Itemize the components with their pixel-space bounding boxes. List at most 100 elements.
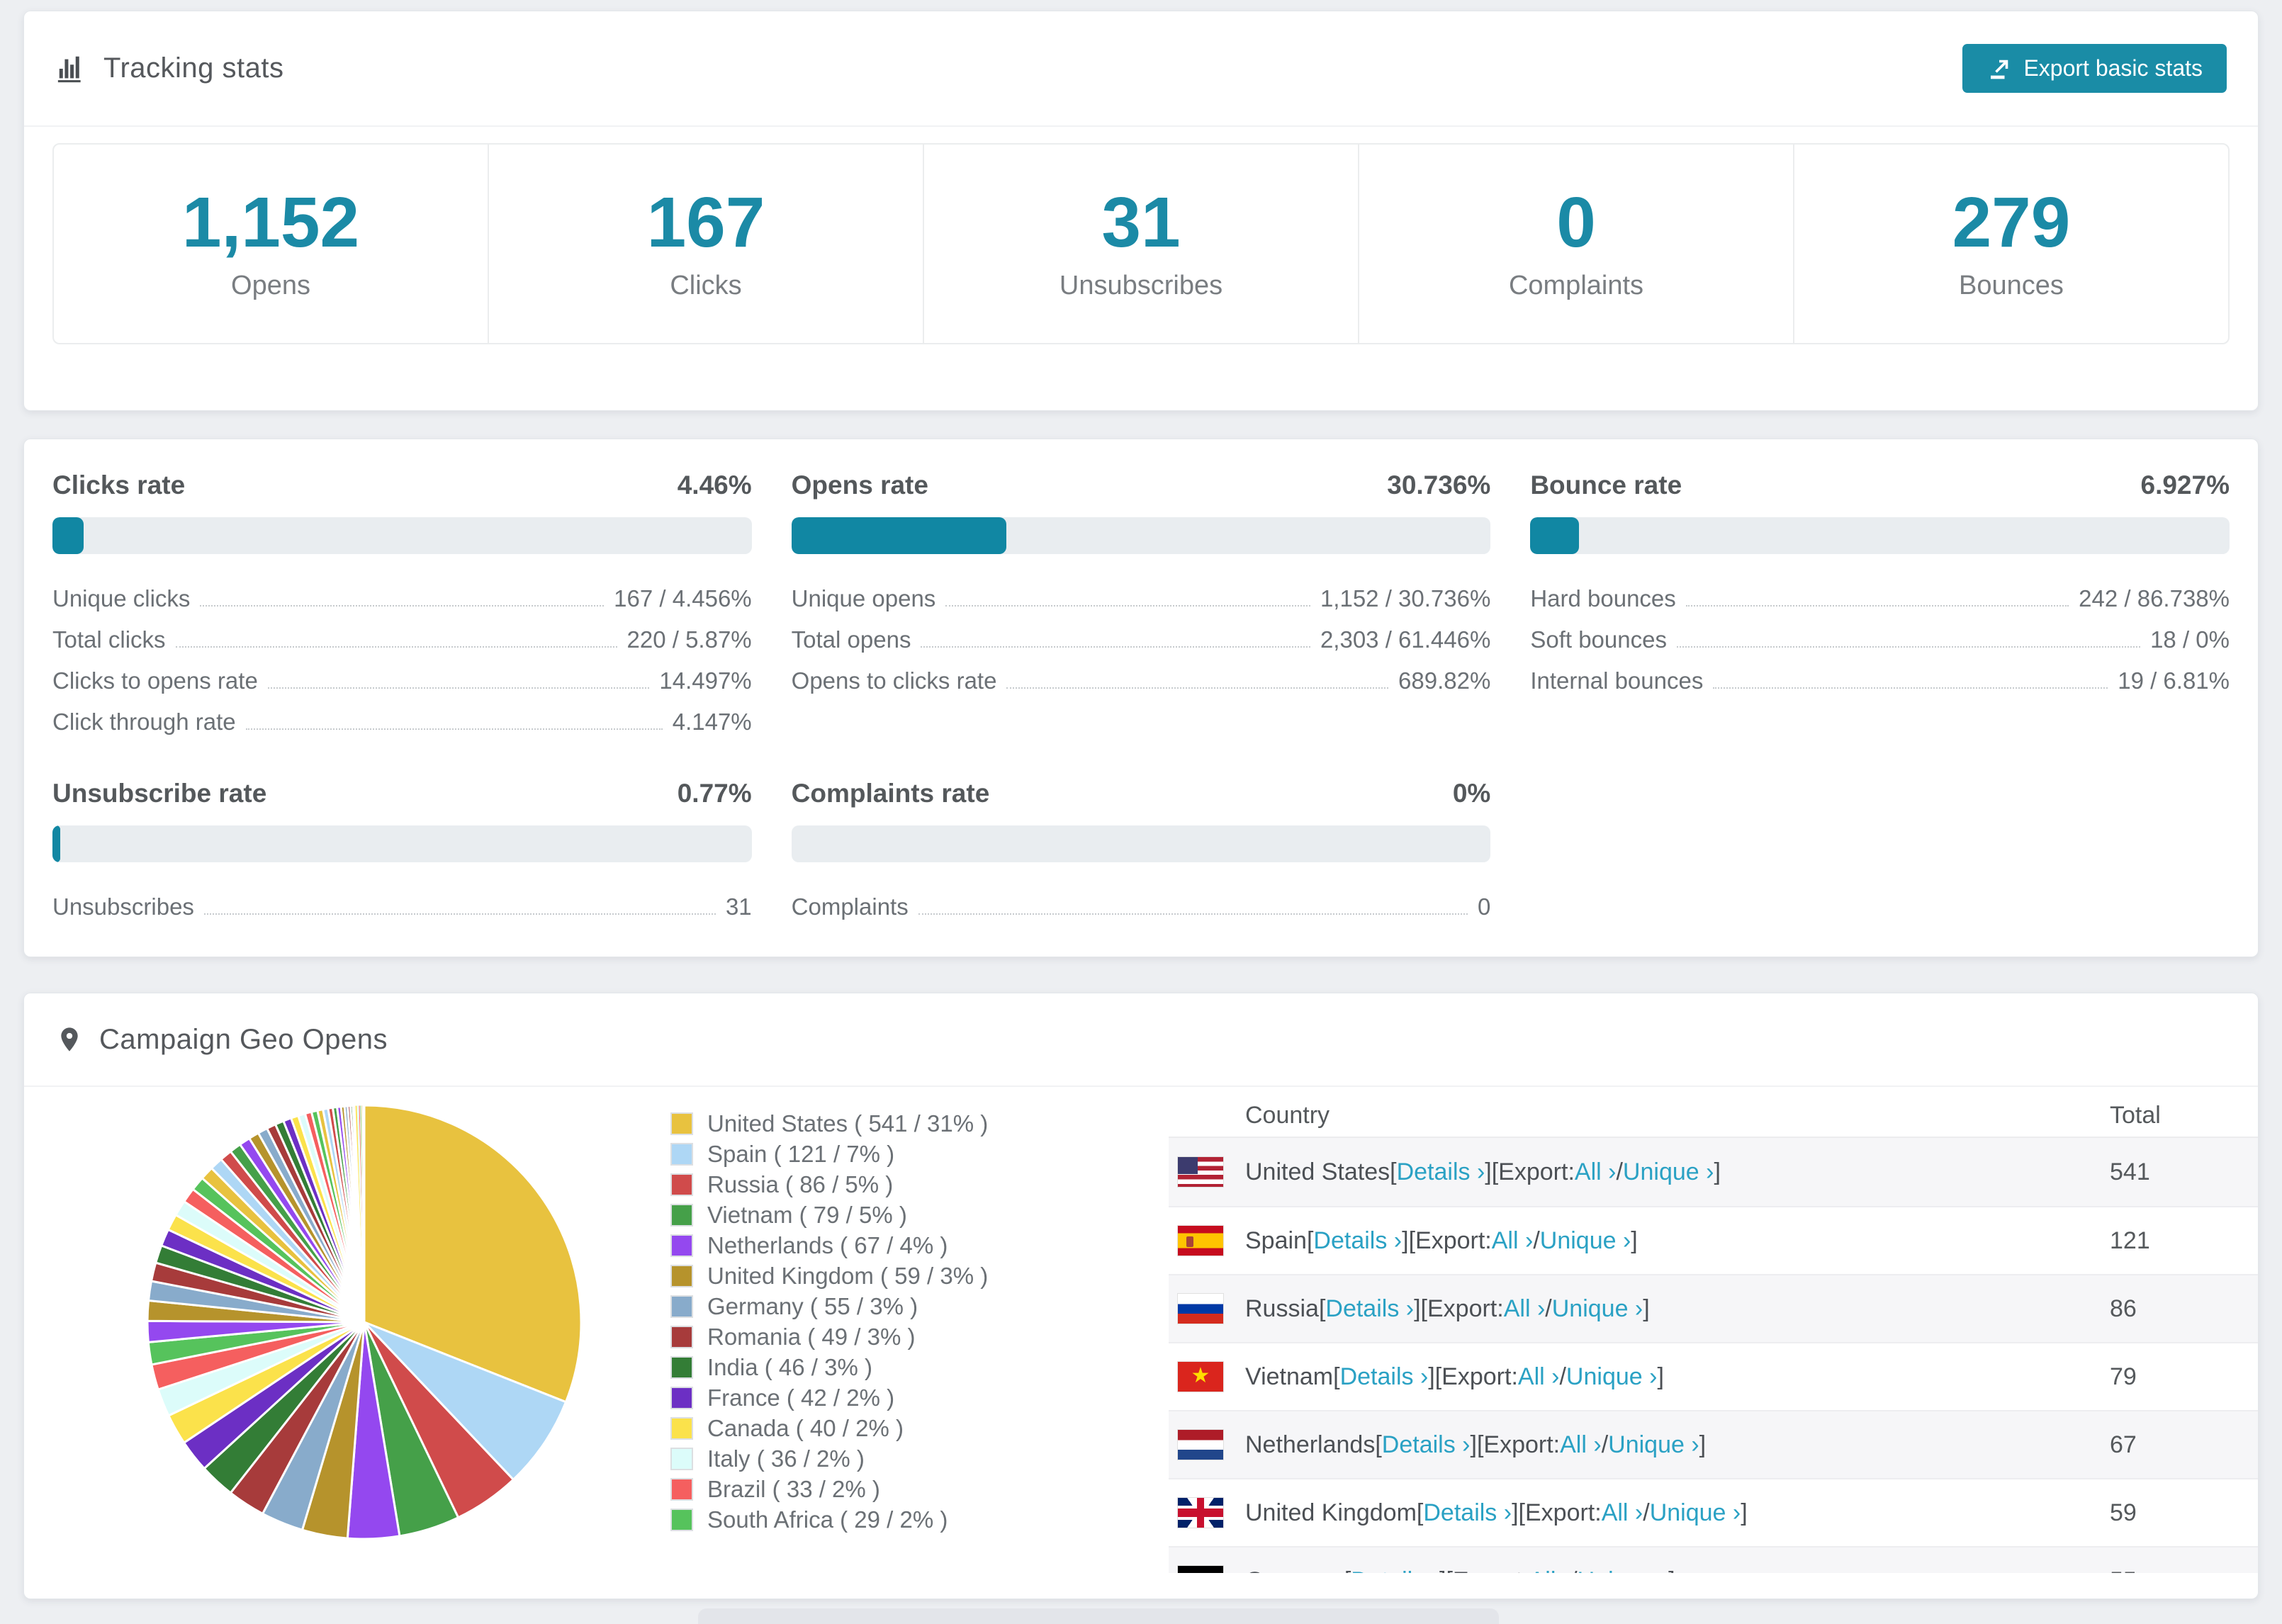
export-all-link[interactable]: All ›: [1518, 1363, 1560, 1391]
export-all-link[interactable]: All ›: [1575, 1158, 1617, 1186]
column-header-country: Country: [1245, 1101, 1330, 1129]
stat-box-unsubscribes: 31 Unsubscribes: [923, 145, 1358, 343]
table-row-es: Spain [Details ›] [Export: All › / Uniqu…: [1169, 1206, 2258, 1274]
rate-percent: 30.736%: [1387, 470, 1491, 500]
country-name: United States: [1245, 1158, 1390, 1185]
dotted-leader: [203, 913, 716, 915]
tracking-stats-header: Tracking stats Export basic stats: [24, 11, 2258, 127]
total-cell: 541: [2110, 1158, 2150, 1185]
table-row-ru: Russia [Details ›] [Export: All › / Uniq…: [1169, 1274, 2258, 1342]
export-all-link[interactable]: All ›: [1529, 1567, 1571, 1574]
export-unique-link[interactable]: Unique ›: [1608, 1431, 1699, 1459]
separator: /: [1643, 1499, 1650, 1526]
separator: /: [1601, 1431, 1609, 1458]
rate-section-unsubscribe-rate: Unsubscribe rate 0.77% Unsubscribes 31: [52, 779, 752, 923]
export-unique-link[interactable]: Unique ›: [1623, 1158, 1714, 1186]
rate-percent: 0.77%: [677, 779, 752, 808]
legend-swatch: [670, 1355, 693, 1379]
separator: /: [1616, 1158, 1623, 1185]
bracket: [: [1390, 1158, 1397, 1185]
legend-swatch: [670, 1386, 693, 1409]
export-basic-stats-button[interactable]: Export basic stats: [1962, 44, 2227, 93]
map-pin-icon: [61, 1027, 78, 1051]
table-row-vn: Vietnam [Details ›] [Export: All › / Uni…: [1169, 1342, 2258, 1410]
table-row-gb: United Kingdom [Details ›] [Export: All …: [1169, 1478, 2258, 1546]
legend-label: Germany ( 55 / 3% ): [707, 1292, 918, 1319]
country-name: Russia: [1245, 1295, 1319, 1322]
country-cell: United Kingdom [Details ›] [Export: All …: [1169, 1497, 2089, 1528]
dotted-leader: [945, 605, 1310, 607]
rate-detail-label: Total clicks: [52, 626, 166, 653]
bracket: ]: [1470, 1431, 1477, 1458]
rate-detail-row: Total clicks 220 / 5.87%: [52, 615, 752, 656]
progress-bar: [52, 517, 752, 554]
details-link[interactable]: Details ›: [1325, 1295, 1414, 1323]
rate-title: Unsubscribe rate: [52, 779, 267, 808]
rate-detail-value: 1,152 / 30.736%: [1320, 585, 1491, 611]
stat-box-bounces: 279 Bounces: [1793, 145, 2228, 343]
export-unique-link[interactable]: Unique ›: [1650, 1499, 1741, 1527]
rate-detail-row: Unsubscribes 31: [52, 882, 752, 923]
details-link[interactable]: Details ›: [1423, 1499, 1512, 1527]
country-name: Netherlands: [1245, 1431, 1376, 1458]
details-link[interactable]: Details ›: [1340, 1363, 1429, 1391]
page-title: Tracking stats: [103, 52, 284, 84]
stat-box-clicks: 167 Clicks: [488, 145, 923, 343]
bracket: [: [1306, 1227, 1314, 1254]
table-row-de: Germany [Details ›] [Export: All › / Uni…: [1169, 1546, 2258, 1574]
rate-detail-value: 167 / 4.456%: [614, 585, 752, 611]
dotted-leader: [1006, 687, 1389, 689]
rate-detail-row: Complaints 0: [792, 882, 1491, 923]
export-unique-link[interactable]: Unique ›: [1566, 1363, 1658, 1391]
flag-icon-nl: [1177, 1429, 1224, 1460]
total-cell: 55: [2089, 1567, 2258, 1574]
legend-item: Canada ( 40 / 2% ): [670, 1413, 988, 1443]
details-link[interactable]: Details ›: [1382, 1431, 1471, 1459]
details-link[interactable]: Details ›: [1397, 1158, 1485, 1186]
rates-card: Clicks rate 4.46% Unique clicks 167 / 4.456…: [23, 439, 2259, 957]
legend-item: Russia ( 86 / 5% ): [670, 1169, 988, 1200]
legend-item: Spain ( 121 / 7% ): [670, 1139, 988, 1169]
export-all-link[interactable]: All ›: [1560, 1431, 1602, 1459]
flag-icon-de: [1177, 1565, 1224, 1573]
legend-item: Vietnam ( 79 / 5% ): [670, 1200, 988, 1230]
country-cell: Netherlands [Details ›] [Export: All › /…: [1169, 1429, 2089, 1460]
rate-percent: 4.46%: [677, 470, 752, 500]
stat-label: Clicks: [670, 270, 742, 300]
rate-detail-value: 0: [1477, 893, 1491, 920]
legend-item: Italy ( 36 / 2% ): [670, 1443, 988, 1474]
flag-icon-gb: [1177, 1497, 1224, 1528]
bracket: [: [1333, 1363, 1340, 1390]
export-all-link[interactable]: All ›: [1504, 1295, 1546, 1323]
dotted-leader: [921, 646, 1310, 648]
legend-swatch: [670, 1112, 693, 1135]
bracket: ]: [1668, 1567, 1675, 1574]
details-link[interactable]: Details ›: [1351, 1567, 1439, 1574]
column-header-total: Total: [2110, 1101, 2161, 1129]
separator: /: [1533, 1227, 1540, 1254]
legend-item: Netherlands ( 67 / 4% ): [670, 1230, 988, 1261]
bracket: ]: [1643, 1295, 1650, 1322]
export-unique-link[interactable]: Unique ›: [1578, 1567, 1669, 1574]
stat-box-complaints: 0 Complaints: [1358, 145, 1793, 343]
stat-box-opens: 1,152 Opens: [54, 145, 488, 343]
bottom-scrollbar-thumb[interactable]: [698, 1608, 1499, 1624]
export-all-link[interactable]: All ›: [1602, 1499, 1643, 1527]
export-all-link[interactable]: All ›: [1492, 1227, 1534, 1255]
export-prefix: [Export:: [1476, 1431, 1561, 1458]
legend-swatch: [670, 1234, 693, 1257]
progress-bar-fill: [52, 517, 84, 554]
stat-value: 279: [1952, 182, 2071, 262]
details-link[interactable]: Details ›: [1313, 1227, 1402, 1255]
progress-bar-fill: [791, 517, 1006, 554]
rate-section-clicks-rate: Clicks rate 4.46% Unique clicks 167 / 4.456…: [52, 470, 752, 738]
country-name: Vietnam: [1245, 1363, 1334, 1390]
export-unique-link[interactable]: Unique ›: [1540, 1227, 1631, 1255]
export-unique-link[interactable]: Unique ›: [1552, 1295, 1643, 1323]
rates-grid: Clicks rate 4.46% Unique clicks 167 / 4.456…: [24, 439, 2258, 952]
legend-item: United Kingdom ( 59 / 3% ): [670, 1261, 988, 1291]
total-cell: 121: [2110, 1227, 2150, 1254]
legend-label: United States ( 541 / 31% ): [707, 1110, 989, 1137]
total-cell: 67: [2110, 1431, 2137, 1458]
country-name: United Kingdom: [1245, 1499, 1417, 1526]
